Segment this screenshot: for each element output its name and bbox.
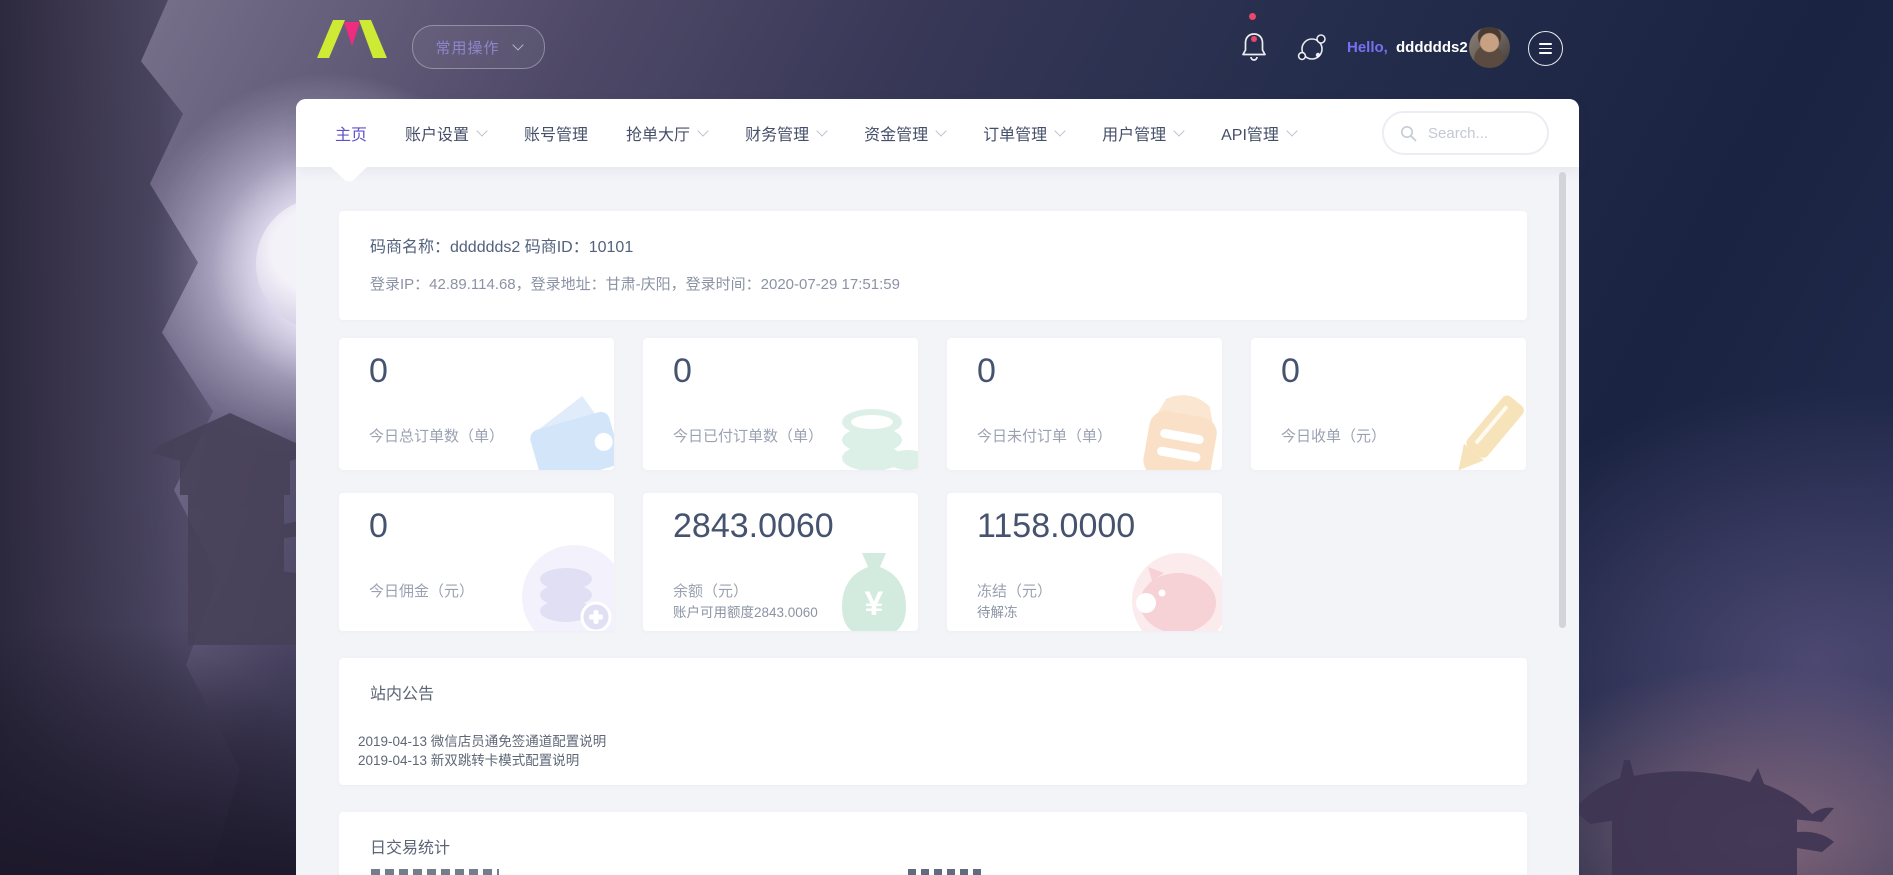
ground-shadow: [0, 625, 300, 875]
stat-card-commission: 0 今日佣金（元）: [339, 493, 614, 631]
bell-icon[interactable]: [1239, 30, 1269, 62]
nav-item-finance[interactable]: 财务管理: [745, 121, 826, 145]
search-input[interactable]: [1426, 124, 1530, 143]
stat-label: 今日未付订单（单）: [977, 425, 1112, 446]
stat-value: 0: [369, 507, 388, 546]
chevron-down-icon: [476, 125, 487, 136]
moneybag-icon: ¥: [822, 537, 918, 631]
brand-logo[interactable]: [315, 20, 389, 58]
notification-dot: [1249, 13, 1256, 20]
nav-item-order-grab-hall[interactable]: 抢单大厅: [626, 121, 707, 145]
main-panel: 主页 账户设置 账号管理 抢单大厅 财务管理 资金管理 订单管理 用户管理 AP…: [296, 99, 1579, 875]
dashboard-content: 码商名称：dddddds2 码商ID：10101 登录IP：42.89.114.…: [296, 167, 1579, 875]
nav-item-account-management[interactable]: 账号管理: [524, 121, 588, 145]
chevron-down-icon: [1173, 125, 1184, 136]
stat-value: 0: [369, 352, 388, 391]
merchant-info-card: 码商名称：dddddds2 码商ID：10101 登录IP：42.89.114.…: [339, 211, 1527, 320]
stat-label: 今日总订单数（单）: [369, 425, 504, 446]
svg-text:¥: ¥: [865, 585, 884, 623]
pagoda-silhouette-right: [1572, 748, 1842, 875]
quick-actions-button[interactable]: 常用操作: [412, 25, 545, 69]
clipped-text-fragment: [908, 869, 986, 875]
search-icon: [1400, 125, 1417, 142]
daily-stats-title: 日交易统计: [370, 834, 450, 858]
nav-item-funds[interactable]: 资金管理: [864, 121, 945, 145]
stat-label: 今日收单（元）: [1281, 425, 1386, 446]
nav-item-api[interactable]: API管理: [1221, 121, 1296, 145]
announcement-item[interactable]: 2019-04-13 新双跳转卡模式配置说明: [358, 751, 606, 770]
scrollbar-thumb[interactable]: [1559, 172, 1566, 628]
menu-circle-icon[interactable]: [1528, 31, 1563, 66]
stat-label: 余额（元）: [673, 580, 748, 601]
stat-label: 今日已付订单数（单）: [673, 425, 823, 446]
announcement-list: 2019-04-13 微信店员通免签通道配置说明 2019-04-13 新双跳转…: [358, 732, 606, 770]
daily-stats-card: 日交易统计: [339, 812, 1527, 875]
stat-sublabel: 待解冻: [977, 601, 1018, 621]
stat-card-unpaid-orders: 0 今日未付订单（单）: [947, 338, 1222, 470]
stat-card-frozen: 1158.0000 冻结（元） 待解冻: [947, 493, 1222, 631]
chevron-down-icon: [1054, 125, 1065, 136]
user-avatar[interactable]: [1469, 27, 1510, 68]
stat-value: 1158.0000: [977, 507, 1135, 546]
clipped-text-fragment: [371, 869, 499, 875]
stat-value: 0: [977, 352, 996, 391]
stat-card-paid-orders: 0 今日已付订单数（单）: [643, 338, 918, 470]
nav-item-home[interactable]: 主页: [335, 121, 367, 145]
purse-icon: [1130, 384, 1222, 470]
announcements-card: 站内公告 2019-04-13 微信店员通免签通道配置说明 2019-04-13…: [339, 658, 1527, 785]
pagoda-silhouette-left: [150, 375, 320, 645]
stat-card-balance: 2843.0060 余额（元） 账户可用额度2843.0060 ¥: [643, 493, 918, 631]
announcements-title: 站内公告: [370, 680, 434, 704]
share-network-icon[interactable]: [1296, 32, 1328, 64]
pen-icon: [1434, 384, 1526, 470]
navbar: 主页 账户设置 账号管理 抢单大厅 财务管理 资金管理 订单管理 用户管理 AP…: [296, 99, 1579, 167]
merchant-identity: 码商名称：dddddds2 码商ID：10101: [370, 233, 633, 257]
nav-items: 主页 账户设置 账号管理 抢单大厅 财务管理 资金管理 订单管理 用户管理 AP…: [296, 121, 1334, 145]
greeting-prefix: Hello,: [1347, 39, 1388, 56]
stat-card-total-orders: 0 今日总订单数（单）: [339, 338, 614, 470]
nav-item-account-settings[interactable]: 账户设置: [405, 121, 486, 145]
stat-value: 0: [673, 352, 692, 391]
stat-value: 2843.0060: [673, 507, 834, 546]
login-info: 登录IP：42.89.114.68，登录地址：甘肃-庆阳，登录时间：2020-0…: [370, 273, 900, 294]
user-greeting[interactable]: Hello, dddddds2: [1347, 39, 1468, 56]
stat-sublabel: 账户可用额度2843.0060: [673, 601, 818, 621]
chevron-down-icon: [816, 125, 827, 136]
stat-label: 今日佣金（元）: [369, 580, 474, 601]
chevron-down-icon: [935, 125, 946, 136]
nav-item-users[interactable]: 用户管理: [1102, 121, 1183, 145]
search-box[interactable]: [1382, 111, 1549, 155]
coins-plus-icon: [516, 539, 614, 631]
chevron-down-icon: [1286, 125, 1297, 136]
piggy-bank-icon: [1122, 545, 1222, 631]
announcement-item[interactable]: 2019-04-13 微信店员通免签通道配置说明: [358, 732, 606, 751]
quick-actions-label: 常用操作: [435, 37, 499, 58]
stat-card-received-amount: 0 今日收单（元）: [1251, 338, 1526, 470]
nav-item-orders[interactable]: 订单管理: [983, 121, 1064, 145]
chevron-down-icon: [697, 125, 708, 136]
username: dddddds2: [1396, 39, 1468, 56]
stat-value: 0: [1281, 352, 1300, 391]
stat-label: 冻结（元）: [977, 580, 1052, 601]
coins-icon: [826, 388, 918, 470]
chevron-down-icon: [512, 39, 523, 50]
wallet-icon: [522, 392, 614, 470]
